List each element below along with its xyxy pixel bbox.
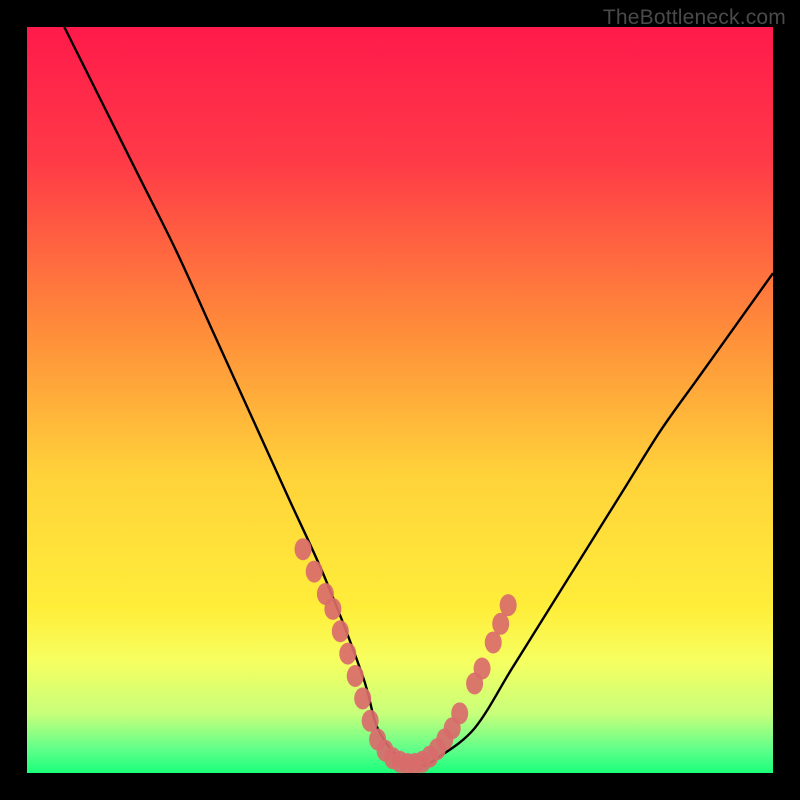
marker-dot [500,594,517,616]
marker-dot [492,613,509,635]
marker-dot [339,643,356,665]
marker-dot [354,687,371,709]
marker-dot [306,561,323,583]
marker-dot [451,702,468,724]
gradient-background [27,27,773,773]
plot-area [27,27,773,773]
watermark-text: TheBottleneck.com [603,6,786,30]
marker-dot [362,710,379,732]
marker-dot [332,620,349,642]
marker-dot [295,538,312,560]
marker-dot [485,631,502,653]
chart-container: TheBottleneck.com [0,0,800,800]
chart-svg [27,27,773,773]
marker-dot [324,598,341,620]
marker-dot [347,665,364,687]
marker-dot [474,658,491,680]
